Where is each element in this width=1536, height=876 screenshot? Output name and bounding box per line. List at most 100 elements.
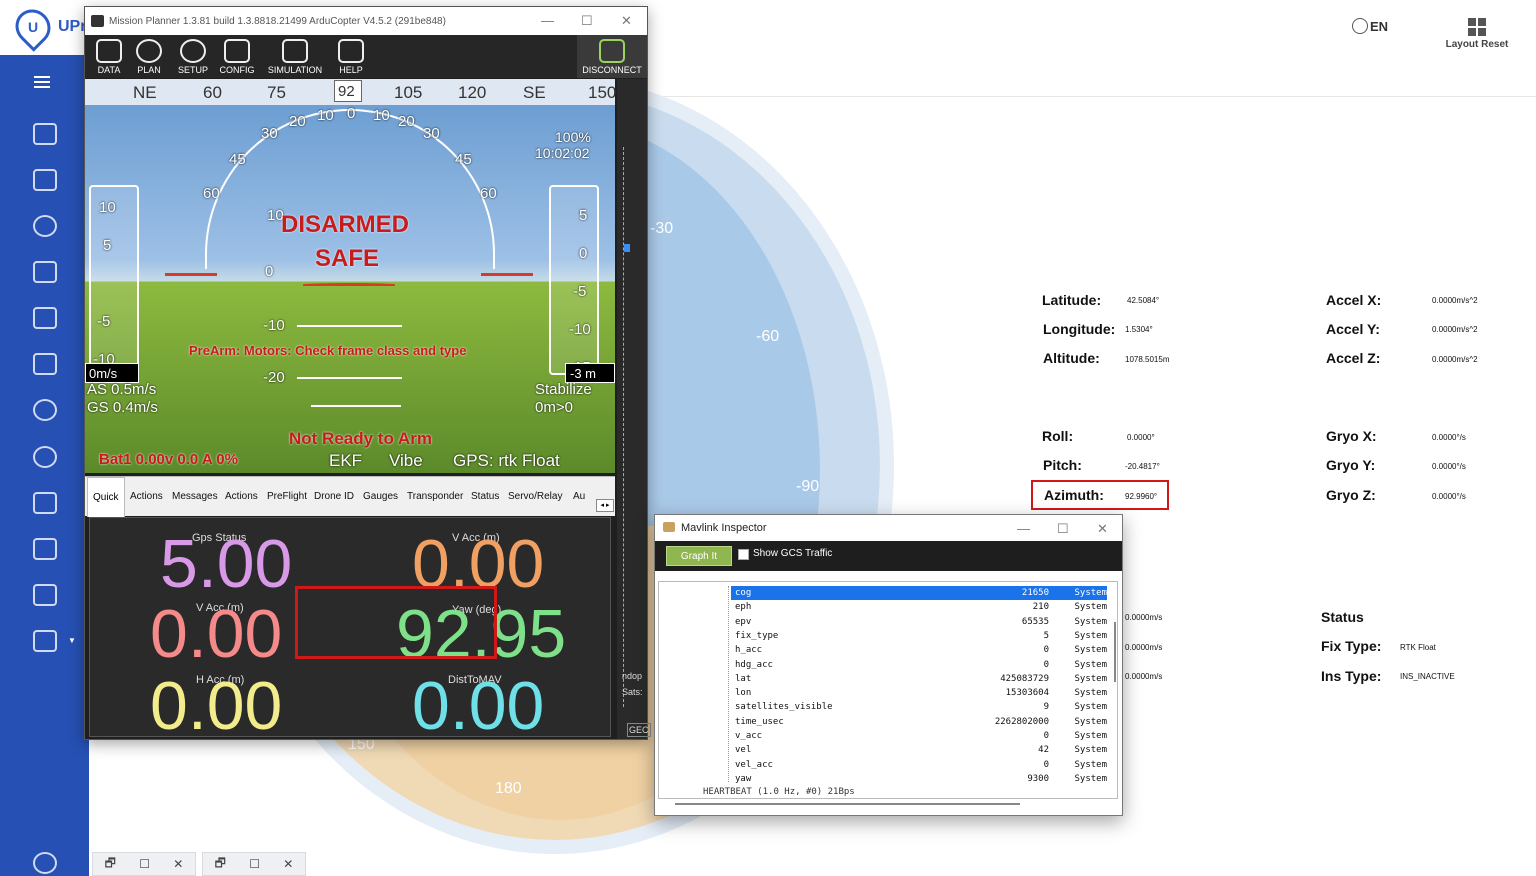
fix-type-label: Fix Type: bbox=[1321, 638, 1382, 654]
maximize-button[interactable]: ☐ bbox=[1057, 521, 1069, 537]
heartbeat-node[interactable]: HEARTBEAT (1.0 Hz, #0) 21Bps bbox=[703, 787, 855, 797]
mavlink-field-row[interactable]: v_acc 0 System bbox=[731, 729, 1107, 743]
close-button[interactable]: ✕ bbox=[621, 13, 632, 29]
vibe-indicator[interactable]: Vibe bbox=[389, 451, 423, 471]
roll-label: Roll: bbox=[1042, 428, 1074, 444]
close-icon[interactable]: ✕ bbox=[173, 857, 183, 871]
sidebar-upload-icon[interactable] bbox=[33, 584, 57, 606]
latitude-label: Latitude: bbox=[1042, 292, 1102, 308]
mavlink-field-row[interactable]: lon 15303604 System bbox=[731, 686, 1107, 700]
gyro-y-value: 0.0000°/s bbox=[1432, 462, 1466, 471]
maximize-icon[interactable]: ☐ bbox=[139, 857, 150, 871]
sidebar-settings-icon[interactable] bbox=[33, 492, 57, 514]
disconnect-button[interactable]: DISCONNECT bbox=[577, 35, 647, 78]
gps-indicator[interactable]: GPS: rtk Float bbox=[453, 451, 560, 471]
sidebar-report-icon[interactable] bbox=[33, 538, 57, 560]
mavlink-field-source: System bbox=[1074, 659, 1107, 670]
sidebar-globe-icon[interactable] bbox=[33, 399, 57, 421]
mavlink-field-row[interactable]: hdg_acc 0 System bbox=[731, 658, 1107, 672]
show-gcs-traffic-checkbox[interactable] bbox=[738, 549, 749, 560]
sidebar-vehicle-icon[interactable] bbox=[33, 630, 57, 652]
minimize-button[interactable]: — bbox=[541, 13, 554, 28]
sidebar-target-icon[interactable] bbox=[33, 215, 57, 237]
toolbar-simulation-button[interactable]: SIMULATION bbox=[265, 39, 325, 75]
yaw-highlight-box bbox=[295, 586, 497, 659]
language-switch[interactable]: EN bbox=[1352, 18, 1388, 34]
tab-aux[interactable]: Au bbox=[573, 491, 585, 502]
gyro-z-value: 0.0000°/s bbox=[1432, 492, 1466, 501]
toolbar-plan-button[interactable]: PLAN bbox=[125, 39, 173, 75]
horizontal-scrollbar[interactable] bbox=[675, 803, 1020, 805]
mavlink-field-field: lon bbox=[735, 688, 752, 699]
mavlink-field-value: 210 bbox=[1032, 602, 1049, 613]
gear-icon bbox=[180, 39, 206, 63]
sidebar-device-icon[interactable] bbox=[33, 123, 57, 145]
tab-servo-relay[interactable]: Servo/Relay bbox=[508, 491, 562, 502]
gyro-x-value: 0.0000°/s bbox=[1432, 433, 1466, 442]
tab-status[interactable]: Status bbox=[471, 491, 499, 502]
mavlink-field-field: time_usec bbox=[735, 716, 784, 727]
restore-icon[interactable]: 🗗 bbox=[105, 854, 116, 875]
roll-scale-label: 0 bbox=[347, 105, 356, 122]
mavlink-field-source: System bbox=[1074, 731, 1107, 741]
pitch-line bbox=[297, 325, 402, 327]
pitch-label: -10 bbox=[263, 317, 285, 334]
tab-actions[interactable]: Actions bbox=[130, 491, 163, 502]
tab-drone-id[interactable]: Drone ID bbox=[314, 491, 354, 502]
sidebar-caret-icon[interactable]: ▼ bbox=[68, 636, 76, 645]
minimized-window-controls: 🗗 ☐ ✕ bbox=[92, 852, 196, 876]
mavlink-field-row[interactable]: vel_acc 0 System bbox=[731, 758, 1107, 772]
menu-toggle-icon[interactable] bbox=[34, 76, 50, 88]
tab-actions-2[interactable]: Actions bbox=[225, 491, 258, 502]
roll-scale-label: 10 bbox=[373, 107, 390, 124]
sidebar-drone-icon[interactable] bbox=[33, 446, 57, 468]
tab-scroll-buttons[interactable]: ◂ ▸ bbox=[596, 499, 614, 512]
vertical-scrollbar[interactable] bbox=[1114, 622, 1116, 682]
mavlink-field-row[interactable]: h_acc 0 System bbox=[731, 643, 1107, 657]
mavlink-field-value: 0 bbox=[1043, 731, 1049, 741]
maximize-icon[interactable]: ☐ bbox=[249, 857, 260, 871]
pitch-line bbox=[297, 377, 402, 379]
sidebar-map-icon[interactable] bbox=[33, 307, 57, 329]
tab-gauges[interactable]: Gauges bbox=[363, 491, 398, 502]
mavlink-field-row[interactable]: vel 42 System bbox=[731, 743, 1107, 757]
layout-reset-button[interactable]: Layout Reset bbox=[1438, 18, 1516, 50]
app-name: UPr bbox=[58, 18, 87, 35]
minimize-button[interactable]: — bbox=[1017, 521, 1030, 536]
quick-value-v-acc-2: 0.00 bbox=[150, 596, 283, 672]
tab-messages[interactable]: Messages bbox=[172, 491, 218, 502]
mavlink-field-row[interactable]: epv 65535 System bbox=[731, 615, 1107, 629]
toolbar-setup-button[interactable]: SETUP bbox=[169, 39, 217, 75]
gyro-z-label: Gryo Z: bbox=[1326, 487, 1376, 503]
maximize-button[interactable]: ☐ bbox=[581, 13, 593, 29]
graph-it-button[interactable]: Graph It bbox=[666, 546, 732, 566]
mavlink-field-row[interactable]: cog 21650 System bbox=[731, 586, 1107, 600]
sidebar-search-map-icon[interactable] bbox=[33, 169, 57, 191]
toolbar-help-button[interactable]: HELP bbox=[327, 39, 375, 75]
prearm-message: PreArm: Motors: Check frame class and ty… bbox=[189, 343, 467, 358]
mavlink-field-row[interactable]: time_usec 2262802000 System bbox=[731, 715, 1107, 729]
mavlink-field-row[interactable]: eph 210 System bbox=[731, 600, 1107, 614]
toolbar-config-button[interactable]: CONFIG bbox=[213, 39, 261, 75]
tab-transponder[interactable]: Transponder bbox=[407, 491, 463, 502]
ekf-indicator[interactable]: EKF bbox=[329, 451, 362, 471]
sidebar-edit-icon[interactable] bbox=[33, 353, 57, 375]
accel-x-label: Accel X: bbox=[1326, 292, 1382, 308]
sidebar-bottom-settings-icon[interactable] bbox=[33, 852, 57, 874]
mavlink-field-row[interactable]: lat 425083729 System bbox=[731, 672, 1107, 686]
mavlink-field-row[interactable]: yaw 9300 System bbox=[731, 772, 1107, 786]
dial-label: 180 bbox=[495, 780, 522, 797]
speed-tape-label: 10 bbox=[99, 199, 116, 216]
close-icon[interactable]: ✕ bbox=[283, 857, 293, 871]
mavlink-field-row[interactable]: satellites_visible 9 System bbox=[731, 700, 1107, 714]
restore-icon[interactable]: 🗗 bbox=[215, 854, 226, 875]
tab-preflight[interactable]: PreFlight bbox=[267, 491, 307, 502]
longitude-label: Longitude: bbox=[1043, 321, 1116, 337]
close-button[interactable]: ✕ bbox=[1097, 521, 1108, 537]
accel-z-value: 0.0000m/s^2 bbox=[1432, 355, 1478, 364]
mavlink-field-row[interactable]: fix_type 5 System bbox=[731, 629, 1107, 643]
roll-value: 0.0000° bbox=[1127, 433, 1155, 442]
sidebar-signal-icon[interactable] bbox=[33, 261, 57, 283]
tab-quick[interactable]: Quick bbox=[87, 477, 125, 517]
hud-display: 60 45 30 20 10 0 10 20 30 45 60 100% 10:… bbox=[85, 105, 615, 473]
